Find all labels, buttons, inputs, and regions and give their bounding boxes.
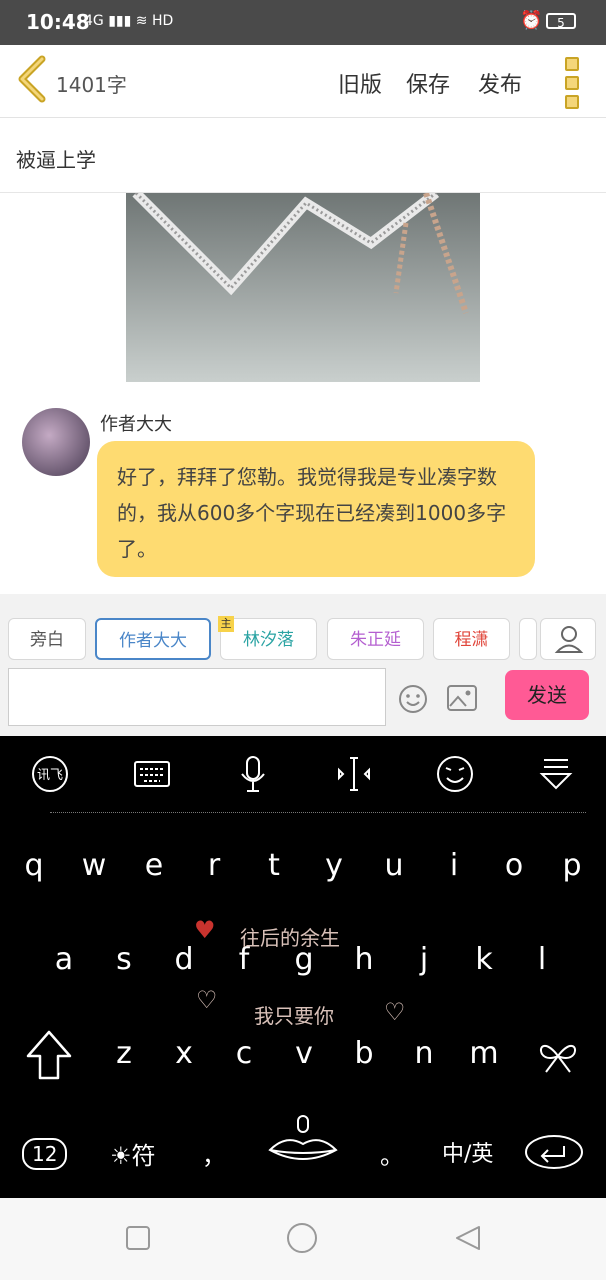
ifly-icon[interactable]: 讯飞 <box>30 754 70 794</box>
period-key[interactable]: 。 <box>380 1136 404 1171</box>
key-m[interactable]: m <box>456 1036 512 1071</box>
battery-icon: 5 <box>546 13 576 30</box>
message-bubble[interactable]: 好了，拜拜了您勒。我觉得我是专业凑字数的，我从600多个字现在已经凑到1000多… <box>97 441 535 577</box>
key-q[interactable]: q <box>6 848 62 883</box>
alarm-icon: ⏰ <box>520 10 543 31</box>
back-icon[interactable] <box>14 55 50 103</box>
language-toggle-key[interactable]: 中/英 <box>442 1136 493 1168</box>
key-d[interactable]: d <box>156 942 212 977</box>
key-r[interactable]: r <box>186 848 242 883</box>
character-tab-narrator[interactable]: 旁白 <box>8 618 86 660</box>
keyboard-deco-line2: 我只要你 <box>254 1004 334 1028</box>
comma-key[interactable]: ， <box>202 1136 226 1171</box>
microphone-icon[interactable] <box>233 754 273 794</box>
key-v[interactable]: v <box>276 1036 332 1071</box>
home-icon[interactable] <box>286 1222 318 1254</box>
key-h[interactable]: h <box>336 942 392 977</box>
keyboard-deco-line1: 往后的余生 <box>240 926 340 950</box>
emoji-icon[interactable] <box>398 684 428 714</box>
key-n[interactable]: n <box>396 1036 452 1071</box>
status-bar: 10:48 4G ▮▮▮ ≋ HD ⏰ 5 <box>0 0 606 45</box>
back-nav-icon[interactable] <box>454 1224 482 1252</box>
character-tab-zhu[interactable]: 朱正延 <box>327 618 424 660</box>
navigation-bar <box>0 1198 606 1280</box>
key-l[interactable]: l <box>514 942 570 977</box>
character-tab-cheng[interactable]: 程潇 <box>433 618 510 660</box>
publish-button[interactable]: 发布 <box>478 67 522 99</box>
character-bar: 旁白 作者大大 林汐落 主 朱正延 程潇 发送 <box>0 594 606 736</box>
backspace-icon[interactable] <box>536 1036 580 1076</box>
person-icon[interactable] <box>540 618 596 660</box>
key-t[interactable]: t <box>246 848 302 883</box>
key-a[interactable]: a <box>36 942 92 977</box>
message-input[interactable] <box>8 668 386 726</box>
heart-outline-icon: ♡ <box>196 986 218 1014</box>
old-version-button[interactable]: 旧版 <box>338 67 382 99</box>
symbols-key[interactable]: ☀符 <box>110 1136 156 1171</box>
keyboard: 讯飞 q w e r t y u i o p a s d f g h j k l… <box>0 736 606 1198</box>
character-tab-more[interactable] <box>519 618 537 660</box>
key-z[interactable]: z <box>96 1036 152 1071</box>
story-image[interactable] <box>126 193 480 382</box>
author-avatar[interactable] <box>22 408 90 476</box>
enter-key-icon[interactable] <box>522 1132 586 1172</box>
emoji-keyboard-icon[interactable] <box>435 754 475 794</box>
numbers-key[interactable]: 12 <box>22 1138 68 1170</box>
key-e[interactable]: e <box>126 848 182 883</box>
collapse-keyboard-icon[interactable] <box>536 754 576 794</box>
key-o[interactable]: o <box>486 848 542 883</box>
author-name: 作者大大 <box>100 414 172 435</box>
key-p[interactable]: p <box>544 848 600 883</box>
key-x[interactable]: x <box>156 1036 212 1071</box>
story-title-bar[interactable]: 被逼上学 <box>0 118 606 193</box>
heart-icon: ♥ <box>194 916 216 944</box>
main-character-badge: 主 <box>218 616 234 632</box>
image-icon[interactable] <box>446 684 478 712</box>
key-s[interactable]: s <box>96 942 152 977</box>
toolbar-divider <box>50 812 586 813</box>
space-key-lips-icon[interactable] <box>266 1114 340 1166</box>
character-tab-lin[interactable]: 林汐落 <box>220 618 317 660</box>
key-j[interactable]: j <box>396 942 452 977</box>
status-time: 10:48 <box>26 10 90 34</box>
key-i[interactable]: i <box>426 848 482 883</box>
signal-icon: 4G ▮▮▮ ≋ HD <box>84 13 174 29</box>
svg-text:讯飞: 讯飞 <box>37 768 63 783</box>
message-text: 好了，拜拜了您勒。我觉得我是专业凑字数的，我从600多个字现在已经凑到1000多… <box>117 465 507 561</box>
key-y[interactable]: y <box>306 848 362 883</box>
word-count: 1401字 <box>56 73 127 97</box>
cursor-icon[interactable] <box>334 754 374 794</box>
key-b[interactable]: b <box>336 1036 392 1071</box>
heart-outline-icon: ♡ <box>384 998 406 1026</box>
more-menu-icon[interactable] <box>565 57 579 114</box>
top-bar: 1401字 旧版 保存 发布 <box>0 45 606 118</box>
keyboard-layout-icon[interactable] <box>132 754 172 794</box>
key-u[interactable]: u <box>366 848 422 883</box>
key-c[interactable]: c <box>216 1036 272 1071</box>
story-title: 被逼上学 <box>16 148 96 172</box>
shift-icon[interactable] <box>24 1026 74 1086</box>
save-button[interactable]: 保存 <box>406 67 450 99</box>
character-tab-author[interactable]: 作者大大 <box>95 618 211 660</box>
key-k[interactable]: k <box>456 942 512 977</box>
send-button[interactable]: 发送 <box>505 670 589 720</box>
recents-icon[interactable] <box>124 1224 152 1252</box>
key-w[interactable]: w <box>66 848 122 883</box>
